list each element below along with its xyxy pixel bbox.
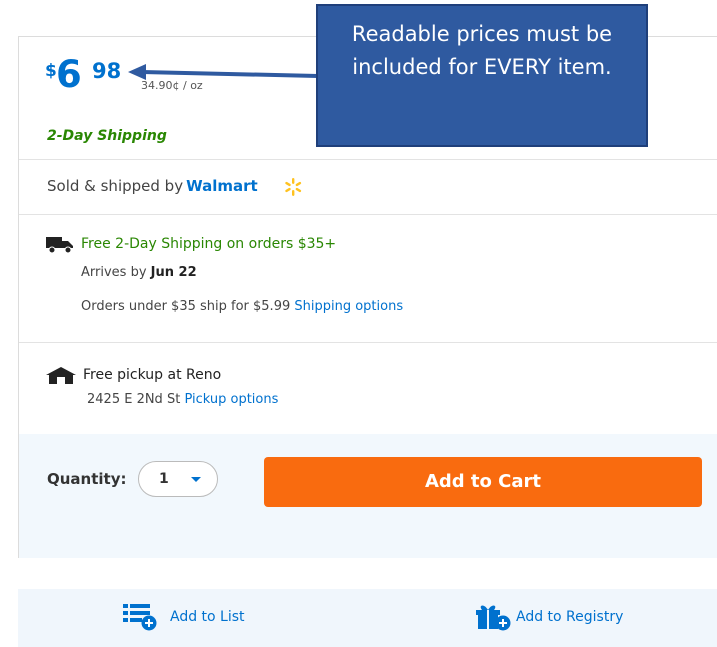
quantity-value: 1 <box>159 471 169 487</box>
arrival-line: Arrives by Jun 22 <box>81 265 197 280</box>
add-to-list-link[interactable]: Add to List <box>170 609 245 625</box>
arrival-date: Jun 22 <box>150 265 197 280</box>
free-pickup-title: Free pickup at Reno <box>83 367 222 383</box>
divider <box>19 159 717 160</box>
shipping-threshold-text: Orders under $35 ship for $5.99 <box>81 299 291 314</box>
truck-icon <box>46 237 73 253</box>
price-cents: 98 <box>92 59 122 83</box>
sold-by-line: Sold & shipped by Walmart <box>47 177 258 195</box>
quantity-label: Quantity: <box>47 470 127 488</box>
pickup-address-line: 2425 E 2Nd St Pickup options <box>87 392 278 407</box>
two-day-shipping-tag: 2-Day Shipping <box>47 128 167 144</box>
chevron-down-icon <box>191 477 201 482</box>
divider <box>19 342 717 343</box>
annotation-callout: Readable prices must be included for EVE… <box>316 4 648 147</box>
pickup-options-link[interactable]: Pickup options <box>184 392 278 407</box>
add-to-registry-link[interactable]: Add to Registry <box>516 609 623 625</box>
sold-by-prefix: Sold & shipped by <box>47 177 184 195</box>
free-shipping-text: Free 2-Day Shipping on orders $35+ <box>81 236 337 252</box>
add-to-registry-icon[interactable] <box>476 603 512 631</box>
shipping-options-link[interactable]: Shipping options <box>294 299 403 314</box>
shipping-threshold-line: Orders under $35 ship for $5.99 Shipping… <box>81 299 403 314</box>
divider <box>19 214 717 215</box>
arrives-prefix: Arrives by <box>81 265 147 280</box>
store-icon <box>46 367 76 384</box>
price-dollars: 6 <box>56 53 82 96</box>
add-to-list-icon[interactable] <box>123 603 157 631</box>
unit-price: 34.90¢ / oz <box>141 79 203 92</box>
walmart-spark-icon <box>285 178 302 196</box>
store-address: 2425 E 2Nd St <box>87 392 181 407</box>
seller-name-link[interactable]: Walmart <box>186 177 258 195</box>
add-to-cart-button[interactable]: Add to Cart <box>264 457 702 507</box>
list-actions-bar: Add to List Add to Registry <box>18 589 717 647</box>
quantity-select[interactable]: 1 <box>138 461 218 497</box>
